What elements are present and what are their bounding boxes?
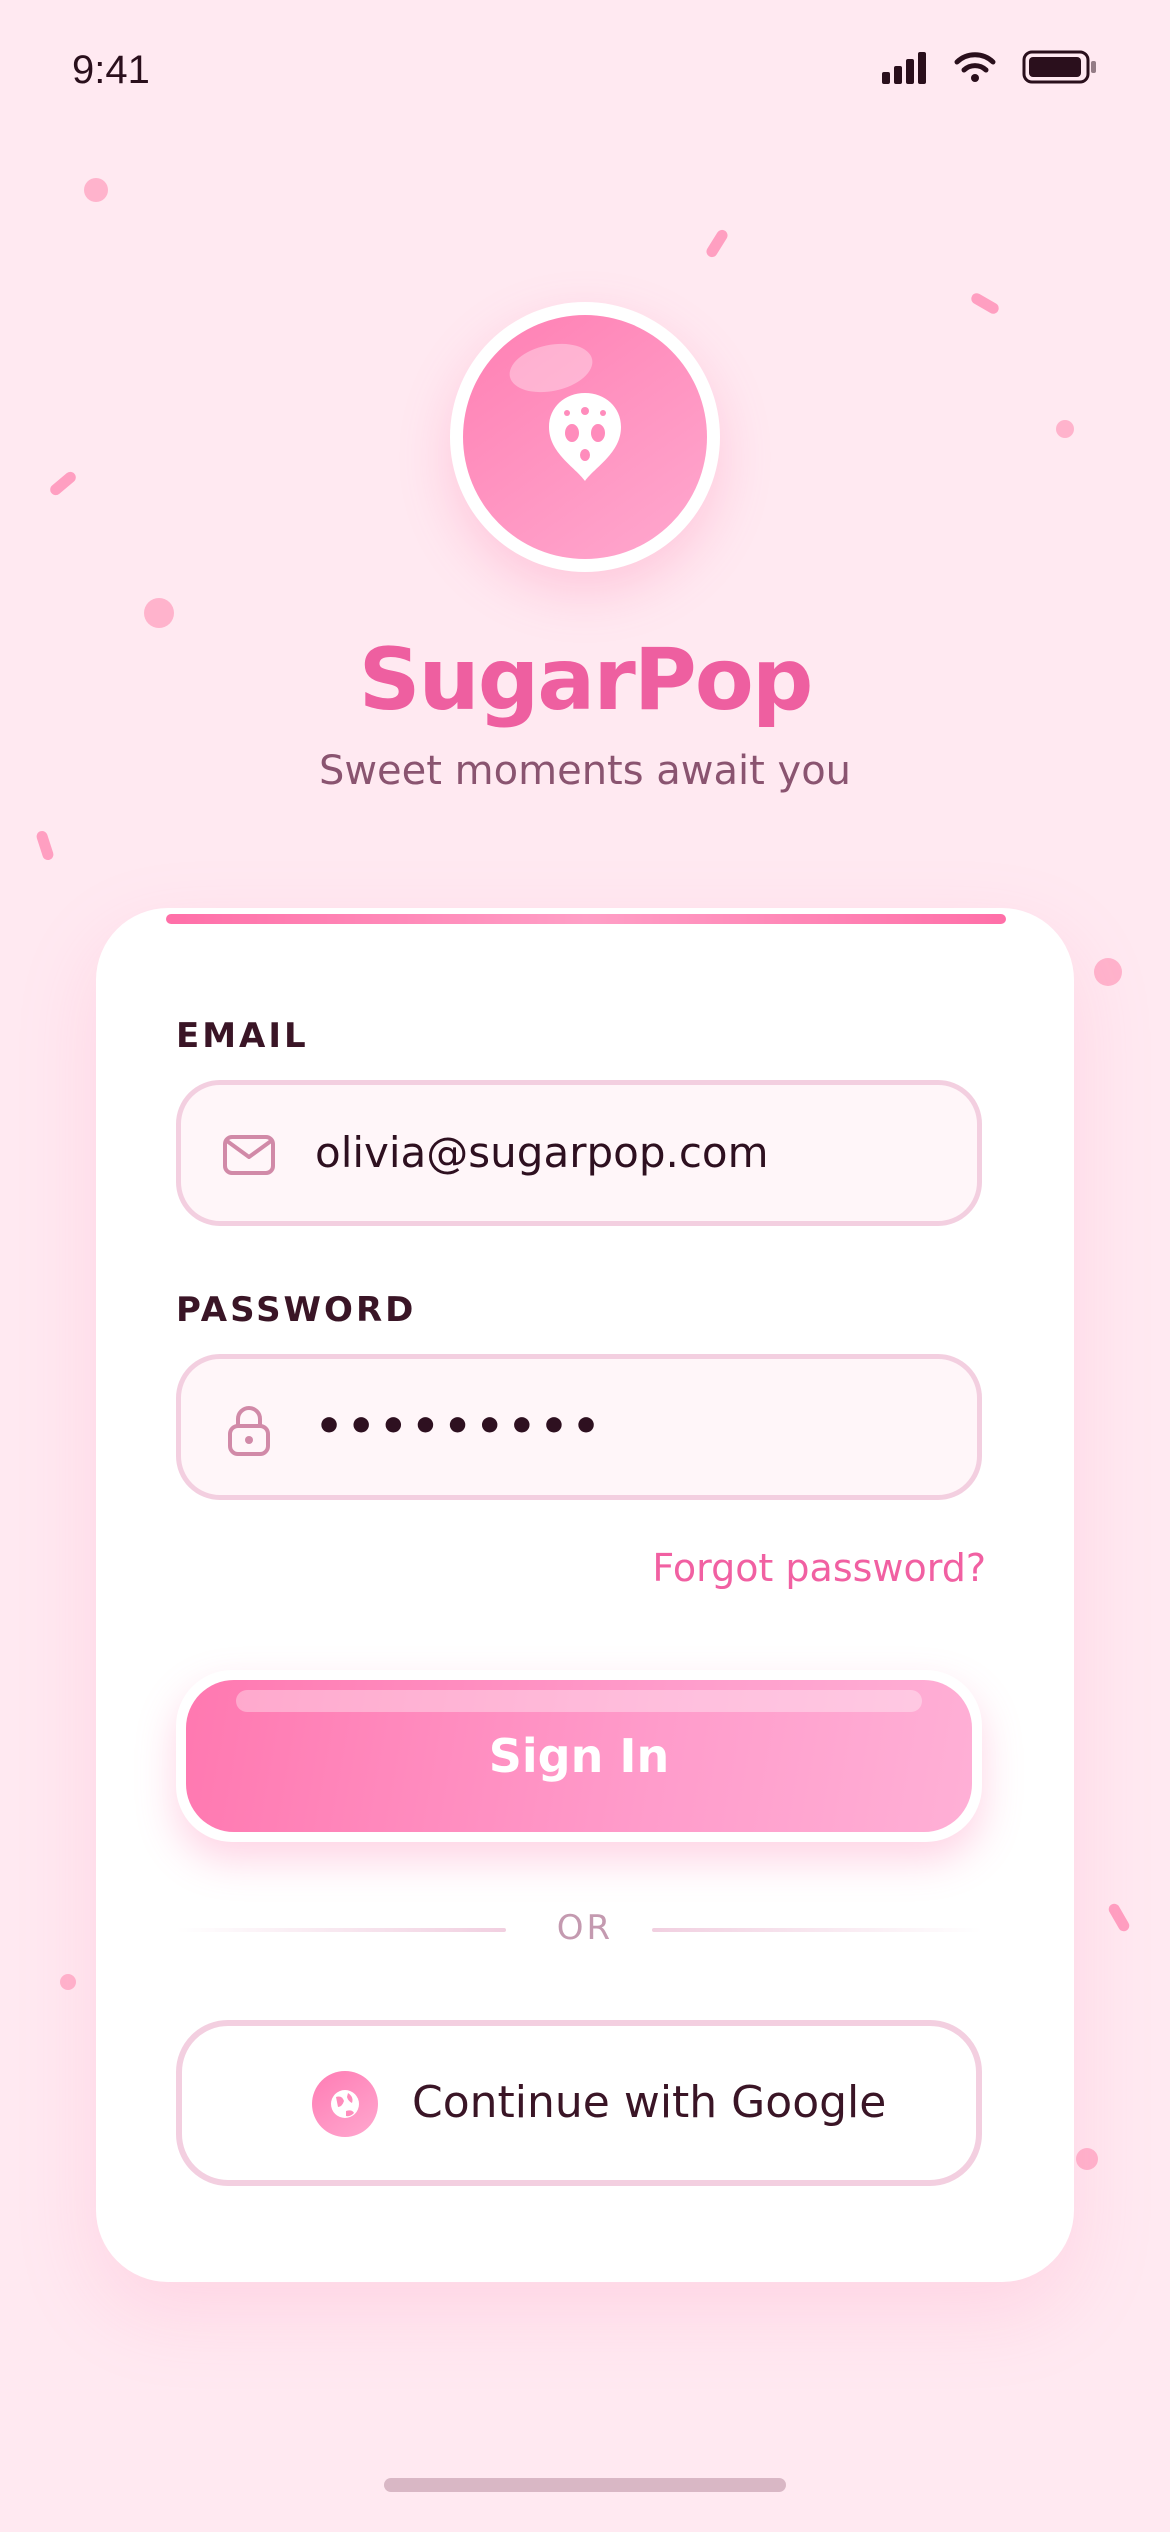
password-label: PASSWORD (176, 1290, 417, 1330)
google-sign-in-label: Continue with Google (412, 2077, 887, 2128)
sign-in-label: Sign In (488, 1729, 670, 1783)
email-input[interactable] (315, 1085, 955, 1221)
signal-icon (882, 52, 926, 84)
login-card: EMAIL PASSWORD ••••••••• Forgot password… (96, 908, 1074, 2282)
app-title: SugarPop (358, 630, 814, 730)
heart-sprinkle-icon (549, 393, 621, 481)
app-tagline: Sweet moments await you (318, 748, 852, 794)
email-field[interactable] (176, 1080, 982, 1226)
password-input[interactable]: ••••••••• (315, 1359, 955, 1495)
wifi-icon (954, 52, 996, 82)
sign-in-button[interactable]: Sign In (176, 1670, 982, 1842)
status-time: 9:41 (72, 48, 150, 92)
battery-icon (1022, 50, 1096, 84)
home-indicator[interactable] (384, 2478, 786, 2492)
globe-icon (312, 2071, 378, 2137)
email-label: EMAIL (176, 1016, 309, 1056)
card-accent-bar (166, 914, 1006, 924)
password-field[interactable]: ••••••••• (176, 1354, 982, 1500)
google-sign-in-button[interactable]: Continue with Google (176, 2020, 982, 2186)
lock-icon (228, 1406, 270, 1456)
forgot-password-link[interactable]: Forgot password? (652, 1546, 986, 1590)
status-icons (882, 50, 1098, 84)
divider-right (652, 1928, 982, 1932)
mail-icon (223, 1135, 275, 1175)
app-logo (450, 302, 720, 572)
